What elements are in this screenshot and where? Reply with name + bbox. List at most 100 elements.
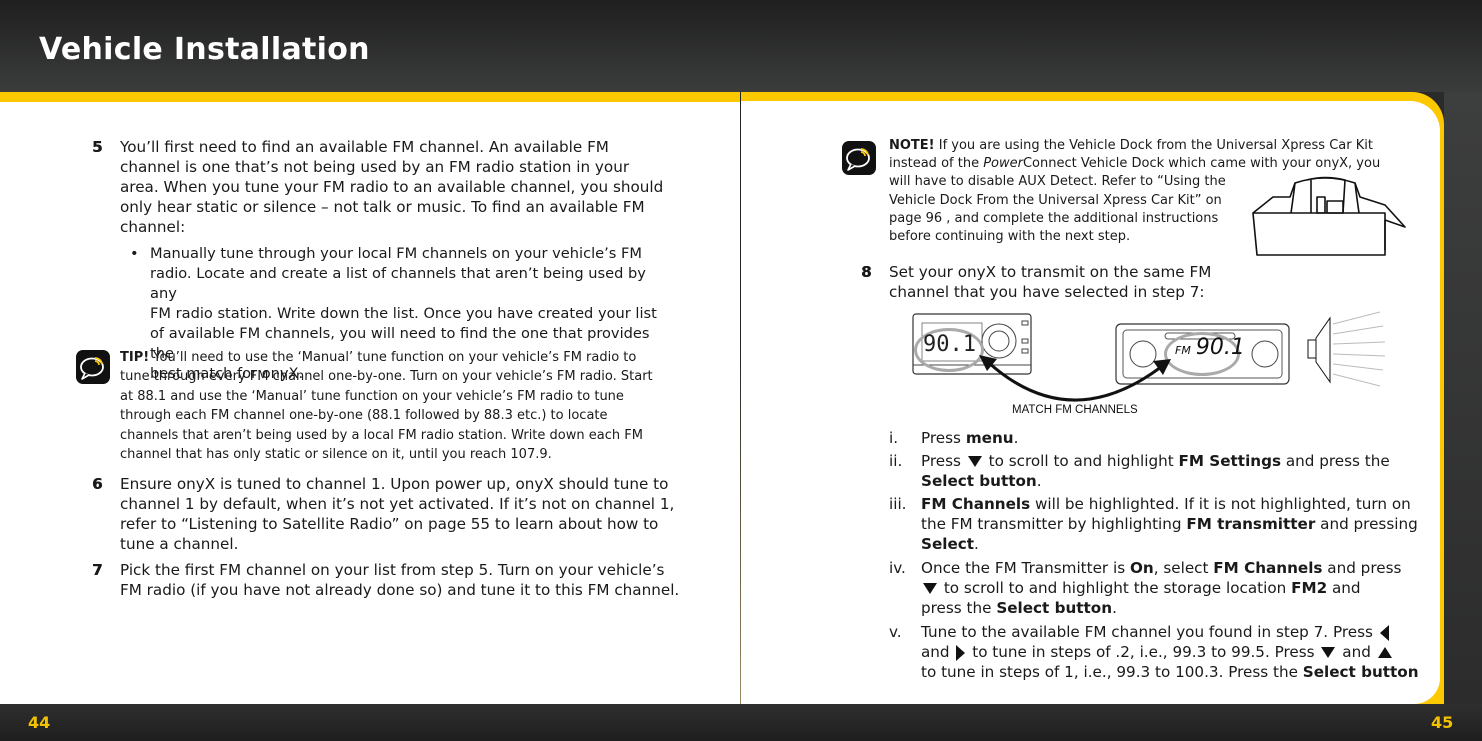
text-bold: Select button <box>921 472 1037 490</box>
page-number-right: 45 <box>1431 713 1454 732</box>
text-line: tune through every FM channel one-by-one… <box>120 369 653 385</box>
text-bold: menu <box>965 429 1014 447</box>
down-arrow-icon <box>967 456 982 467</box>
text-bold: FM Channels <box>1213 559 1323 577</box>
text-span: Press <box>921 429 966 447</box>
step-number: 6 <box>92 475 103 493</box>
text-span: You’ll need to use the ‘Manual’ tune fun… <box>149 350 637 365</box>
text-span: the FM transmitter by highlighting <box>921 515 1187 533</box>
text-line: instead of the PowerConnect Vehicle Dock… <box>889 155 1409 173</box>
accent-stripe-left <box>0 92 741 102</box>
substep-ii: ii. Press to scroll to and highlight FM … <box>889 451 1409 490</box>
substep-i: i. Press menu. <box>889 428 1409 448</box>
substep-number: v. <box>889 623 902 641</box>
text-span: . <box>1112 599 1117 617</box>
substep-text: Once the FM Transmitter is On, select FM… <box>921 558 1421 618</box>
text-span: press the <box>921 599 997 617</box>
text-span: will be highlighted. If it is not highli… <box>1030 495 1411 513</box>
text-span: to tune in steps of .2, i.e., 99.3 to 99… <box>967 643 1320 661</box>
step-number: 8 <box>861 263 872 281</box>
step-text: Pick the first FM channel on your list f… <box>120 560 679 600</box>
text-span: . <box>974 535 979 553</box>
text-line: Ensure onyX is tuned to channel 1. Upon … <box>120 475 669 493</box>
text-span: and press the <box>1281 452 1390 470</box>
substep-iv: iv. Once the FM Transmitter is On, selec… <box>889 558 1409 617</box>
text-line: channels that aren’t being used by a loc… <box>120 427 643 443</box>
substep-iii: iii. FM Channels will be highlighted. If… <box>889 494 1418 553</box>
text-line: area. When you tune your FM radio to an … <box>120 178 664 196</box>
step-number: 7 <box>92 561 103 579</box>
step-text: You’ll first need to find an available F… <box>120 137 663 237</box>
text-line: only hear static or silence – not talk o… <box>120 198 645 216</box>
text-span: to scroll to and highlight the storage l… <box>939 579 1292 597</box>
text-line: radio. Locate and create a list of chann… <box>150 265 646 302</box>
note-label: NOTE! <box>889 138 935 153</box>
substep-number: ii. <box>889 452 903 470</box>
page-divider <box>740 92 741 704</box>
onyx-display-frequency: 90.1 <box>923 332 976 357</box>
match-fm-diagram: 90.1 FM 90.1 <box>905 310 1395 420</box>
text-span: Power <box>983 156 1023 172</box>
substep-v: v. Tune to the available FM channel you … <box>889 622 1429 681</box>
text-line: channel 1 by default, when it’s not yet … <box>120 495 675 513</box>
text-span: and <box>1327 579 1361 597</box>
speech-bubble-signal-icon <box>76 350 110 384</box>
footer-bar <box>0 704 1482 741</box>
speech-bubble-signal-icon <box>842 141 876 175</box>
text-bold: FM transmitter <box>1186 515 1316 533</box>
text-line: tune a channel. <box>120 535 239 553</box>
down-arrow-icon <box>1321 647 1336 658</box>
text-line: Pick the first FM channel on your list f… <box>120 561 665 579</box>
page-number-left: 44 <box>28 713 51 732</box>
text-span: If you are using the Vehicle Dock from t… <box>934 138 1373 153</box>
substep-text: Press to scroll to and highlight FM Sett… <box>921 451 1411 491</box>
text-line: refer to “Listening to Satellite Radio” … <box>120 515 659 533</box>
vehicle-dock-illustration <box>1252 176 1406 256</box>
text-span: Once the FM Transmitter is <box>921 559 1130 577</box>
text-span: Press <box>921 452 966 470</box>
text-span: and press <box>1322 559 1402 577</box>
text-span: Tune to the available FM channel you fou… <box>921 623 1378 641</box>
text-span: , select <box>1153 559 1214 577</box>
text-bold: Select button <box>996 599 1113 617</box>
text-bold: FM2 <box>1291 579 1328 597</box>
diagram-caption: MATCH FM CHANNELS <box>1012 404 1138 416</box>
frequency-label: 90.1 <box>1195 335 1245 360</box>
down-arrow-icon <box>923 583 937 594</box>
text-span: and <box>1337 643 1376 661</box>
step-text: Set your onyX to transmit on the same FM… <box>889 262 1211 302</box>
text-line: at 88.1 and use the ‘Manual’ tune functi… <box>120 388 624 404</box>
car-display-frequency: FM 90.1 <box>1175 335 1245 360</box>
text-line: channel: <box>120 218 186 236</box>
text-line: TIP! You’ll need to use the ‘Manual’ tun… <box>120 348 680 367</box>
text-line: FM radio station. Write down the list. O… <box>150 305 657 322</box>
right-arrow-icon <box>956 644 966 661</box>
text-span: and <box>921 643 955 661</box>
text-line: NOTE! If you are using the Vehicle Dock … <box>889 137 1409 155</box>
text-bold: FM Channels <box>921 495 1031 513</box>
text-span: Connect Vehicle Dock which came with you… <box>1022 156 1381 172</box>
text-line: You’ll first need to find an available F… <box>120 138 609 156</box>
text-span: and pressing <box>1315 515 1418 533</box>
text-line: Manually tune through your local FM chan… <box>150 245 643 262</box>
bullet-dot: • <box>130 245 139 262</box>
text-line: channel that you have selected in step 7… <box>889 283 1205 301</box>
left-arrow-icon <box>1379 624 1389 641</box>
step-number: 5 <box>92 138 103 156</box>
band-label: FM <box>1175 344 1191 357</box>
text-bold: On <box>1129 559 1154 577</box>
text-span: . <box>1013 429 1019 447</box>
step-text: Ensure onyX is tuned to channel 1. Upon … <box>120 474 674 554</box>
text-span: to tune in steps of 1, i.e., 99.3 to 100… <box>921 663 1303 681</box>
up-arrow-icon <box>1377 647 1392 658</box>
substep-number: iv. <box>889 559 906 577</box>
text-line: channel that has only static or silence … <box>120 447 552 463</box>
text-bold: FM Settings <box>1178 452 1281 470</box>
right-margin-bar <box>1444 92 1482 704</box>
text-bold: Select <box>921 535 975 553</box>
text-span: to scroll to and highlight <box>983 452 1179 470</box>
substep-text: Tune to the available FM channel you fou… <box>921 622 1441 682</box>
speaker-icon <box>1307 311 1386 387</box>
text-span: . <box>1036 472 1042 490</box>
tip-text: TIP! You’ll need to use the ‘Manual’ tun… <box>120 348 680 464</box>
